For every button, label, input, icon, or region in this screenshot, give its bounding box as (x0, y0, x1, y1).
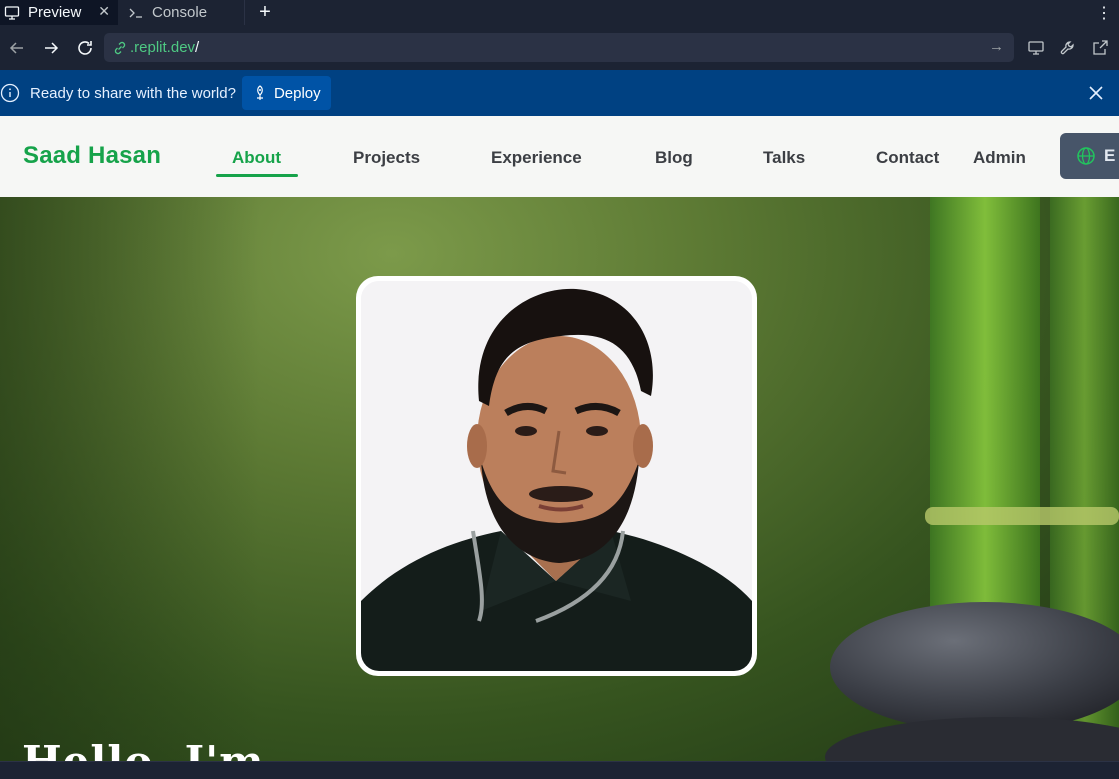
back-button[interactable] (0, 31, 34, 65)
nav-about[interactable]: About (232, 148, 281, 168)
deploy-button[interactable]: Deploy (241, 76, 331, 110)
forward-button[interactable] (34, 31, 68, 65)
more-options-icon[interactable]: ⋮ (1089, 0, 1119, 25)
language-label: E (1104, 146, 1116, 165)
deploy-label: Deploy (273, 84, 321, 102)
hero-title: Hello, I'm (22, 737, 265, 761)
terminal-icon (128, 5, 144, 21)
url-domain: .replit.dev (130, 39, 196, 56)
url-toolbar: .replit.dev / → (0, 25, 1119, 70)
link-icon (112, 40, 128, 56)
nav-experience[interactable]: Experience (491, 148, 582, 168)
reload-button[interactable] (68, 31, 102, 65)
open-new-window-icon[interactable] (1084, 31, 1116, 65)
tab-console-label: Console (152, 4, 208, 21)
devtools-wrench-icon[interactable] (1052, 31, 1084, 65)
go-arrow-icon[interactable]: → (989, 38, 1004, 55)
url-input[interactable]: .replit.dev / → (104, 33, 1014, 62)
nav-contact[interactable]: Contact (876, 148, 939, 168)
close-tab-icon[interactable]: ✕ (98, 3, 110, 20)
device-preview-icon[interactable] (1020, 31, 1052, 65)
nav-blog[interactable]: Blog (655, 148, 693, 168)
preview-tab-bar: Preview ✕ Console + ⋮ (0, 0, 1119, 25)
info-icon (0, 83, 20, 103)
tab-preview-label: Preview (28, 4, 82, 21)
url-path: / (195, 39, 200, 56)
arrow-left-icon (9, 41, 23, 54)
globe-icon (1077, 147, 1095, 165)
site-navbar: Saad Hasan About Projects Experience Blo… (0, 116, 1119, 197)
tab-preview[interactable]: Preview ✕ (0, 0, 118, 25)
active-nav-indicator (216, 174, 298, 177)
tab-console[interactable]: Console (118, 0, 245, 25)
new-tab-button[interactable]: + (245, 0, 285, 25)
nav-talks[interactable]: Talks (763, 148, 805, 168)
deploy-banner: Ready to share with the world? Deploy (0, 70, 1119, 116)
reload-icon (78, 40, 92, 55)
deploy-icon (256, 85, 263, 100)
hero-section: Hello, I'm (0, 197, 1119, 761)
profile-photo-frame (356, 276, 757, 676)
banner-message: Ready to share with the world? (30, 84, 236, 102)
nav-projects[interactable]: Projects (353, 148, 420, 168)
profile-photo (361, 281, 752, 671)
arrow-right-icon (45, 41, 59, 54)
close-banner-icon[interactable] (1087, 84, 1105, 102)
site-brand[interactable]: Saad Hasan (23, 142, 161, 170)
monitor-icon (4, 5, 20, 21)
bottom-panel-strip (0, 761, 1119, 779)
language-button[interactable]: E (1060, 133, 1119, 179)
plus-icon: + (259, 1, 271, 23)
nav-admin[interactable]: Admin (973, 148, 1026, 168)
